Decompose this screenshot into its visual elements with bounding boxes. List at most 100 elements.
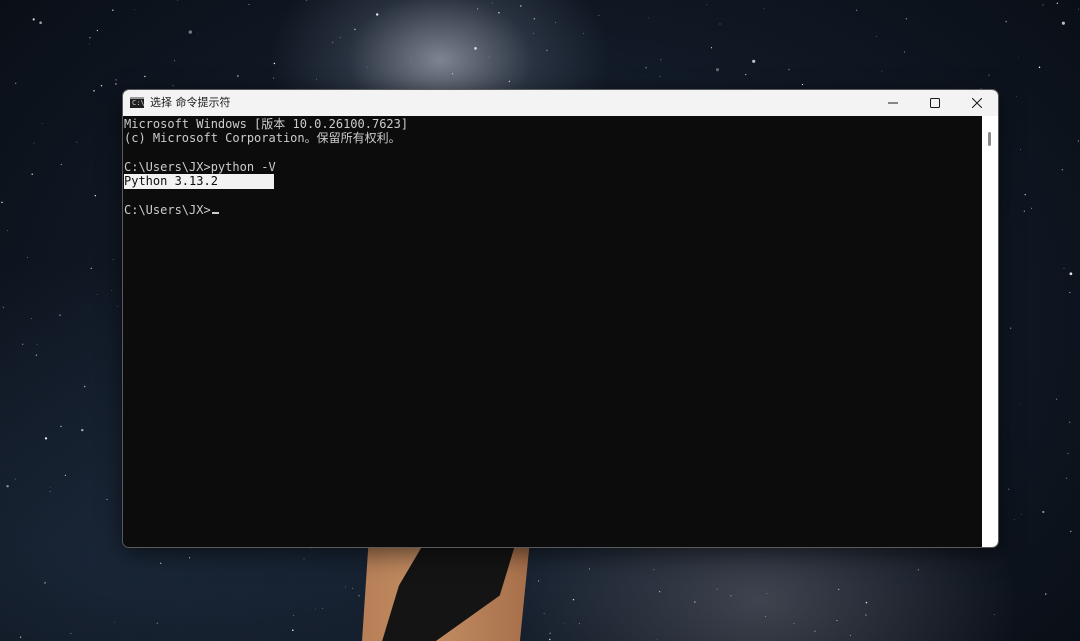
star [881,70,883,72]
star [474,47,477,50]
star [112,259,114,260]
star [90,267,92,269]
star [543,612,545,614]
star [814,630,816,632]
star [564,622,566,624]
star [1067,452,1069,454]
star [1024,193,1026,196]
star [572,598,575,601]
command-prompt-window[interactable]: C:\ 选择 命令提示符 Microsoft Windows [版本 10.0.… [122,89,999,548]
console-output[interactable]: Microsoft Windows [版本 10.0.26100.7623] (… [123,116,982,547]
star [2,306,4,308]
star [765,615,767,617]
star [1013,519,1015,520]
star [41,123,43,124]
star [538,580,540,582]
star [865,601,868,604]
console-line-version[interactable]: Microsoft Windows [版本 10.0.26100.7623] [124,117,408,132]
scrollbar-thumb[interactable] [988,132,991,146]
star [1077,140,1079,142]
star [716,588,718,590]
star [358,594,360,597]
star [15,82,17,84]
star [694,601,696,603]
star [115,79,117,81]
star [588,568,591,570]
star [710,47,713,49]
star [645,66,647,69]
console-line-command[interactable]: C:\Users\JX>python -V [124,160,276,175]
star [555,22,556,23]
text-cursor [211,212,219,214]
star [659,75,661,77]
minimize-button[interactable] [872,90,914,116]
star [89,36,91,39]
star [332,41,334,43]
star [76,141,78,143]
star [801,83,804,86]
star [112,9,114,11]
console-line-copyright[interactable]: (c) Microsoft Corporation。保留所有权利。 [124,131,401,146]
star [27,256,28,258]
star [706,4,708,6]
star [292,629,294,631]
star [1031,207,1033,209]
star [344,586,346,588]
star [156,622,159,625]
star [111,290,112,292]
star [96,294,98,295]
star [1005,20,1007,23]
star [876,36,878,38]
star [93,89,95,92]
star [354,28,356,31]
star [273,62,276,65]
star [1020,149,1021,151]
star [60,164,62,166]
cmd-icon-glyph: C:\ [132,99,145,107]
star [70,632,72,634]
star [766,593,768,594]
star [533,18,535,20]
title-bar[interactable]: C:\ 选择 命令提示符 [123,90,998,116]
close-button[interactable] [956,90,998,116]
star [763,8,765,9]
star [1065,477,1068,479]
star [656,639,658,640]
star [81,428,84,432]
star [1061,21,1065,25]
star [315,608,316,610]
console-prompt-line[interactable]: C:\Users\JX> [124,203,219,218]
star [715,68,720,72]
close-icon [972,98,982,108]
maximize-button[interactable] [914,90,956,116]
star [172,84,174,87]
star [293,615,294,617]
star [44,581,47,584]
star [549,638,551,641]
star [375,13,379,16]
star [659,591,661,593]
star [305,0,308,1]
star [1042,510,1045,514]
minimize-icon [888,102,898,104]
console-line-selected-output[interactable]: Python 3.13.2 [124,174,274,189]
star [6,484,9,488]
star [1045,593,1047,595]
star [1023,210,1025,212]
star [903,51,905,53]
star [1021,514,1023,515]
console-prompt: C:\Users\JX> [124,203,211,217]
star [598,14,600,16]
star [917,569,920,571]
star [197,32,198,34]
star [653,569,655,571]
star [988,74,990,76]
cmd-icon[interactable]: C:\ [130,97,145,108]
vertical-scrollbar[interactable] [982,116,998,547]
star [1020,403,1021,404]
star [35,354,38,356]
star [32,18,35,21]
star [64,474,66,476]
star [865,614,867,616]
star [36,344,38,346]
